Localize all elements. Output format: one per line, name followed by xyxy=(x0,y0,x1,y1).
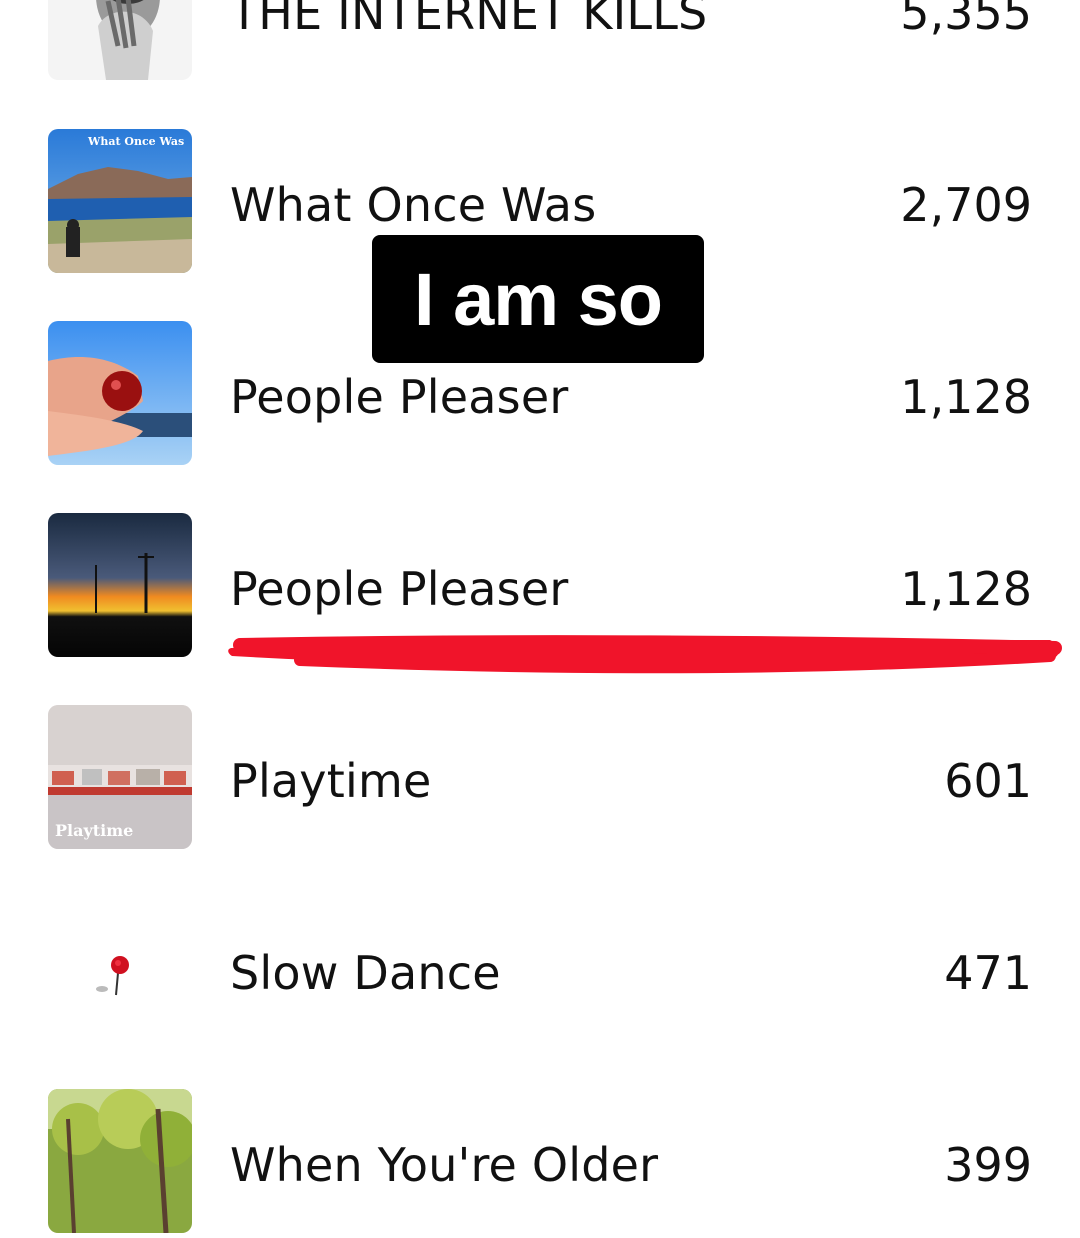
sunset-power-lines-icon xyxy=(48,513,192,657)
waterfront-houses-icon: Playtime xyxy=(48,705,192,849)
track-row-slow-dance[interactable]: Slow Dance 471 xyxy=(0,896,1080,1046)
play-count: 1,128 xyxy=(900,370,1032,424)
track-title: Slow Dance xyxy=(230,946,501,1000)
caption-overlay: I am so xyxy=(372,235,704,363)
play-count: 601 xyxy=(944,754,1032,808)
forest-trees-icon xyxy=(48,1089,192,1233)
caption-text: I am so xyxy=(414,257,663,341)
track-row-playtime[interactable]: Playtime Playtime 601 xyxy=(0,704,1080,854)
play-count: 471 xyxy=(944,946,1032,1000)
face-icon xyxy=(48,0,192,80)
track-title: When You're Older xyxy=(230,1138,659,1192)
album-art-label: What Once Was xyxy=(88,135,185,148)
play-count: 5,355 xyxy=(900,0,1032,40)
lake-landscape-icon: What Once Was xyxy=(48,129,192,273)
track-list: THE INTERNET KILLS 5,355 What Once Was W… xyxy=(0,0,1080,1233)
track-row-when-youre-older[interactable]: When You're Older 399 xyxy=(0,1088,1080,1238)
track-title: People Pleaser xyxy=(230,370,569,424)
track-row-the-internet-kills[interactable]: THE INTERNET KILLS 5,355 xyxy=(0,0,1080,86)
red-rose-icon xyxy=(48,897,192,1041)
track-title: People Pleaser xyxy=(230,562,569,616)
hand-marble-icon xyxy=(48,321,192,465)
album-art-label: Playtime xyxy=(55,821,134,840)
play-count: 2,709 xyxy=(900,178,1032,232)
track-title: What Once Was xyxy=(230,178,597,232)
track-title: Playtime xyxy=(230,754,432,808)
play-count: 1,128 xyxy=(900,562,1032,616)
play-count: 399 xyxy=(944,1138,1032,1192)
track-row-people-pleaser-2[interactable]: People Pleaser 1,128 xyxy=(0,512,1080,662)
track-title: THE INTERNET KILLS xyxy=(230,0,708,40)
